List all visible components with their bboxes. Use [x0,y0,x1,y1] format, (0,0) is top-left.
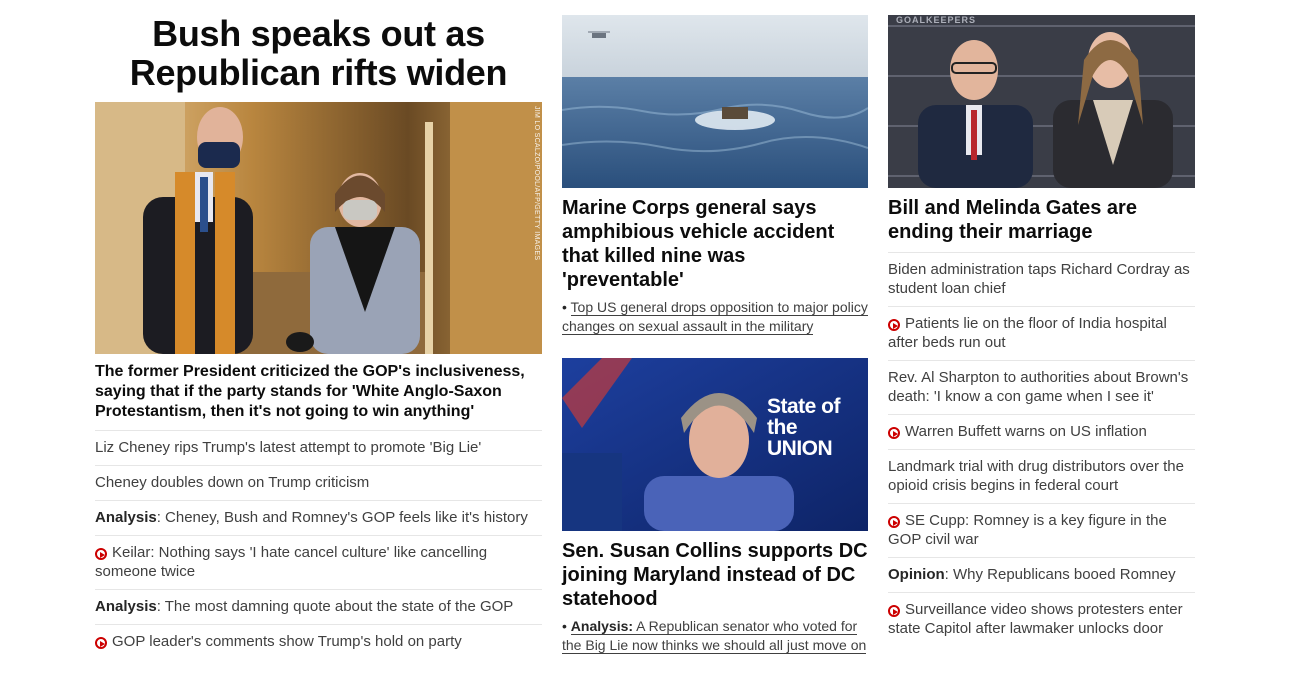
story-text: GOP leader's comments show Trump's hold … [112,633,462,650]
story-text: Biden administration taps Richard Cordra… [888,261,1190,297]
story-text: Surveillance video shows protesters ente… [888,601,1183,637]
list-item[interactable]: Cheney doubles down on Trump criticism [95,465,542,500]
susan-collins-photo[interactable]: State of the UNION [562,358,868,531]
list-item[interactable]: Biden administration taps Richard Cordra… [888,252,1195,306]
story-text: Landmark trial with drug distributors ov… [888,458,1184,494]
story-text: Keilar: Nothing says 'I hate cancel cult… [95,544,488,580]
right-story-list: Biden administration taps Richard Cordra… [888,252,1195,646]
play-video-icon [95,548,107,560]
story-kicker: Analysis [95,509,157,526]
story-text: : The most damning quote about the state… [156,598,514,615]
lead-photo[interactable]: JIM LO SCALZO/POOL/AFP/GETTY IMAGES [95,102,542,354]
goalkeepers-event-photo [888,15,1195,188]
play-video-icon [888,516,900,528]
marine-corps-related[interactable]: • Top US general drops opposition to maj… [562,298,868,336]
list-item[interactable]: Patients lie on the floor of India hospi… [888,306,1195,360]
list-item[interactable]: Surveillance video shows protesters ente… [888,592,1195,646]
list-item[interactable]: GOP leader's comments show Trump's hold … [95,624,542,659]
bullet-mark: • [562,618,567,634]
story-text: Liz Cheney rips Trump's latest attempt t… [95,439,482,456]
gates-photo[interactable]: GOALKEEPERS [888,15,1195,188]
ocean-photo [562,15,868,188]
list-item[interactable]: Landmark trial with drug distributors ov… [888,449,1195,503]
list-item[interactable]: Liz Cheney rips Trump's latest attempt t… [95,430,542,465]
collins-related[interactable]: • Analysis: A Republican senator who vot… [562,617,868,655]
amphibious-vehicle-photo[interactable] [562,15,868,188]
gates-headline[interactable]: Bill and Melinda Gates are ending their … [888,196,1195,244]
marine-corps-headline[interactable]: Marine Corps general says amphibious veh… [562,196,868,292]
lead-column: Bush speaks out as Republican rifts wide… [95,0,542,659]
list-item[interactable]: Opinion: Why Republicans booed Romney [888,557,1195,592]
list-item[interactable]: Keilar: Nothing says 'I hate cancel cult… [95,535,542,589]
story-text: Cheney doubles down on Trump criticism [95,474,370,491]
lead-headline[interactable]: Bush speaks out as Republican rifts wide… [95,14,542,92]
play-video-icon [95,637,107,649]
story-kicker: Opinion [888,566,945,583]
list-item[interactable]: SE Cupp: Romney is a key figure in the G… [888,503,1195,557]
story-text: Rev. Al Sharpton to authorities about Br… [888,369,1189,405]
list-item[interactable]: Rev. Al Sharpton to authorities about Br… [888,360,1195,414]
right-column: GOALKEEPERS Bill and Melinda Gates are e… [888,0,1195,646]
lead-story-list: Liz Cheney rips Trump's latest attempt t… [95,430,542,659]
list-item[interactable]: Warren Buffett warns on US inflation [888,414,1195,449]
list-item[interactable]: Analysis: The most damning quote about t… [95,589,542,624]
story-text: : Why Republicans booed Romney [944,566,1176,583]
lead-subhead[interactable]: The former President criticized the GOP'… [95,362,542,422]
backdrop-text: GOALKEEPERS [896,15,977,25]
story-kicker: Analysis [95,598,157,615]
story-text: Warren Buffett warns on US inflation [905,423,1147,440]
collins-headline[interactable]: Sen. Susan Collins supports DC joining M… [562,539,868,611]
play-video-icon [888,427,900,439]
story-text: Patients lie on the floor of India hospi… [888,315,1167,351]
story-text: SE Cupp: Romney is a key figure in the G… [888,512,1167,548]
story-text: : Cheney, Bush and Romney's GOP feels li… [156,509,528,526]
photo-credit: JIM LO SCALZO/POOL/AFP/GETTY IMAGES [533,106,540,261]
play-video-icon [888,319,900,331]
bush-couple-photo [95,102,542,354]
middle-column: Marine Corps general says amphibious veh… [562,0,868,655]
play-video-icon [888,605,900,617]
analysis-kicker: Analysis: [570,618,634,634]
list-item[interactable]: Analysis: Cheney, Bush and Romney's GOP … [95,500,542,535]
bullet-mark: • [562,299,567,315]
state-of-the-union-logo: State of the UNION [767,395,841,460]
related-link[interactable]: Top US general drops opposition to major… [562,299,868,335]
